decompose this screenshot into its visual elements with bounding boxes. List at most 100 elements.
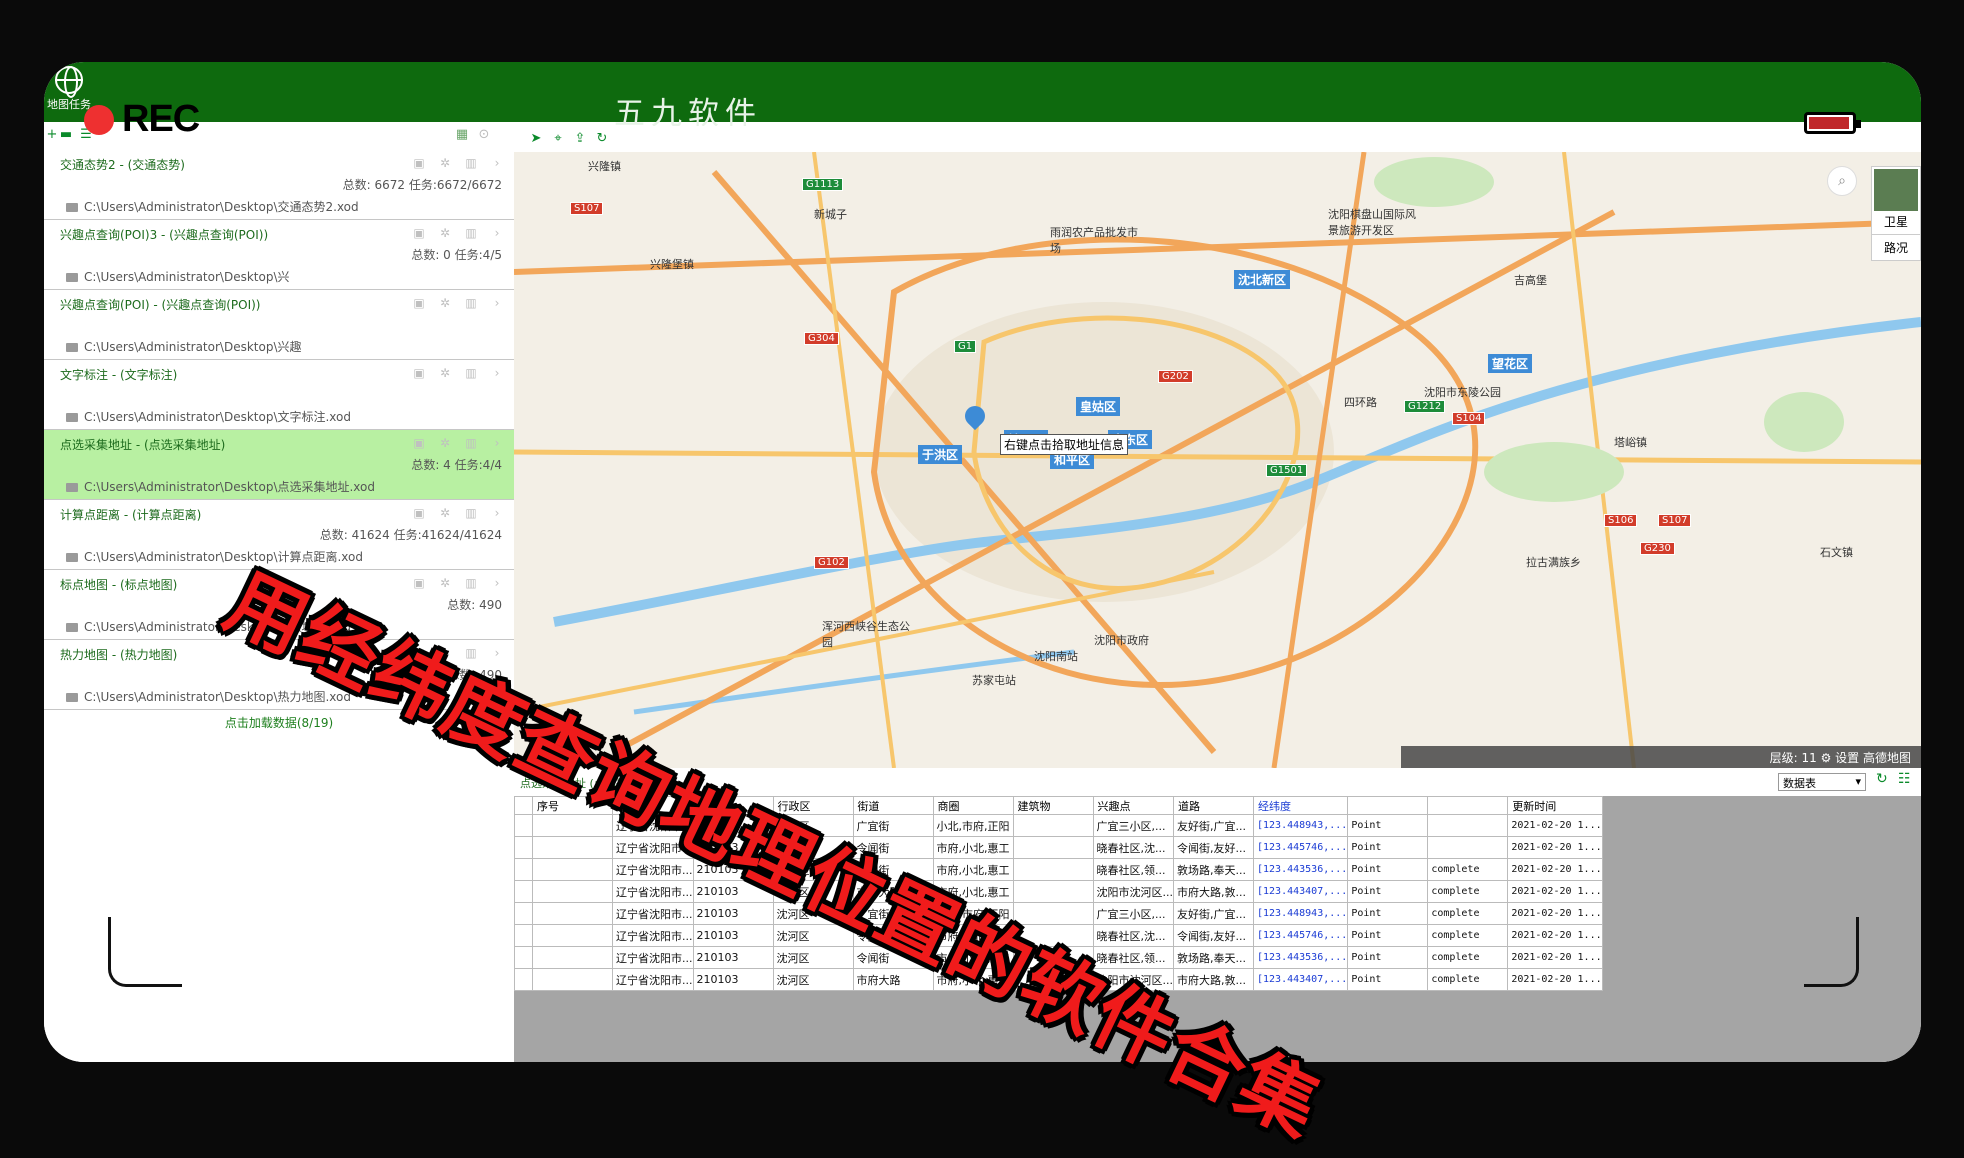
row-selector[interactable]	[514, 968, 533, 991]
road-shield: G1212	[1404, 400, 1446, 413]
road-shield: G230	[1640, 542, 1675, 555]
export-icon[interactable]: ▣	[412, 156, 426, 170]
run-icon[interactable]: ›	[490, 366, 504, 380]
table-cell: [123.443536,...	[1252, 858, 1349, 881]
run-icon[interactable]: ›	[490, 506, 504, 520]
table-cell	[1012, 880, 1094, 903]
run-icon[interactable]: ›	[490, 576, 504, 590]
table-cell: 敦场路,奉天...	[1173, 946, 1254, 969]
settings-icon[interactable]: ✲	[438, 296, 452, 310]
row-selector[interactable]	[514, 902, 533, 925]
export-icon[interactable]: ▣	[412, 366, 426, 380]
column-header[interactable]: 更新时间	[1507, 796, 1603, 815]
table-row[interactable]: 辽宁省沈阳市... 210103 沈河区 市府大路 市府,小北,惠工 沈阳市沈河区... 市…	[514, 880, 1603, 903]
run-icon[interactable]: ›	[490, 226, 504, 240]
row-selector[interactable]	[514, 858, 533, 881]
table-cell: [123.443536,...	[1252, 946, 1349, 969]
folder-icon	[66, 413, 78, 422]
table-cell	[532, 858, 613, 881]
folder-icon	[66, 553, 78, 562]
run-icon[interactable]: ›	[490, 436, 504, 450]
task-actions: ▣ ✲ ▥ ›	[412, 226, 504, 240]
export-icon[interactable]: ⇪	[572, 131, 588, 147]
column-header[interactable]: 道路	[1173, 796, 1254, 815]
settings-icon[interactable]: ✲	[438, 226, 452, 240]
refresh-icon[interactable]: ↻	[1876, 771, 1888, 787]
export-icon[interactable]: ▣	[412, 296, 426, 310]
table-cell: 2021-02-20 1...	[1507, 902, 1603, 925]
task-item[interactable]: 点选采集地址 - (点选采集地址) ▣ ✲ ▥ › 总数: 4 任务:4/4 C:\User…	[44, 430, 514, 500]
run-icon[interactable]: ›	[490, 296, 504, 310]
pin-tool-icon[interactable]: ⌖	[550, 131, 566, 147]
chart-icon[interactable]: ▥	[464, 576, 478, 590]
pointer-icon[interactable]: ➤	[528, 131, 544, 147]
chart-icon[interactable]: ▥	[464, 226, 478, 240]
table-cell: complete	[1427, 968, 1509, 991]
settings-icon[interactable]: ✲	[438, 156, 452, 170]
chart-icon[interactable]: ▥	[464, 156, 478, 170]
column-header[interactable]: 建筑物	[1012, 796, 1094, 815]
map-tooltip: 右键点击拾取地址信息	[1000, 434, 1129, 455]
settings-icon[interactable]: ✲	[438, 506, 452, 520]
columns-icon[interactable]: ☷	[1898, 771, 1911, 787]
task-item[interactable]: 兴趣点查询(POI)3 - (兴趣点查询(POI)) ▣ ✲ ▥ › 总数: 0 任务:4…	[44, 220, 514, 290]
row-selector[interactable]	[514, 946, 533, 969]
chart-icon[interactable]: ▥	[464, 366, 478, 380]
row-selector[interactable]	[514, 880, 533, 903]
table-cell: 晓春社区,领...	[1092, 858, 1174, 881]
satellite-label[interactable]: 卫星	[1872, 213, 1920, 230]
chart-icon[interactable]: ▥	[464, 296, 478, 310]
table-cell: 辽宁省沈阳市...	[612, 968, 694, 991]
table-cell: 2021-02-20 1...	[1507, 858, 1603, 881]
settings-icon[interactable]: ✲	[438, 436, 452, 450]
column-header[interactable]: 商圈	[932, 796, 1014, 815]
row-selector[interactable]	[514, 836, 533, 859]
column-header[interactable]: 街道	[852, 796, 934, 815]
export-icon[interactable]: ▣	[412, 436, 426, 450]
table-cell: 市府大路,敦...	[1173, 880, 1254, 903]
task-actions: ▣ ✲ ▥ ›	[412, 576, 504, 590]
refresh-map-icon[interactable]: ↻	[594, 131, 610, 147]
task-stats: 总数: 4 任务:4/4	[411, 458, 502, 472]
table-cell: 2021-02-20 1...	[1507, 836, 1603, 859]
place-label: 兴隆镇	[588, 160, 621, 173]
more-icon[interactable]: ⊙	[476, 127, 492, 143]
traffic-label[interactable]: 路况	[1872, 234, 1920, 256]
column-header[interactable]	[1347, 796, 1429, 815]
table-cell: [123.443407,...	[1252, 968, 1349, 991]
task-title: 热力地图 - (热力地图)	[60, 648, 178, 662]
row-selector[interactable]	[514, 924, 533, 947]
map-toolbar: ➤ ⌖ ⇪ ↻	[514, 126, 1921, 152]
row-selector[interactable]	[514, 814, 533, 837]
settings-icon[interactable]: ✲	[438, 576, 452, 590]
place-label: 沈阳棋盘山国际风景旅游开发区	[1328, 208, 1416, 237]
folder-icon	[66, 483, 78, 492]
run-icon[interactable]: ›	[490, 156, 504, 170]
task-item[interactable]: 交通态势2 - (交通态势) ▣ ✲ ▥ › 总数: 6672 任务:6672/6672 C…	[44, 150, 514, 220]
chart-icon[interactable]: ▥	[464, 436, 478, 450]
column-header[interactable]	[1427, 796, 1509, 815]
table-cell: [123.448943,...	[1252, 814, 1349, 837]
table-cell: complete	[1427, 880, 1509, 903]
export-icon[interactable]: ▣	[412, 226, 426, 240]
task-path: C:\Users\Administrator\Desktop\兴	[66, 268, 290, 285]
chart-icon[interactable]: ▥	[464, 506, 478, 520]
task-path-text: C:\Users\Administrator\Desktop\点选采集地址.xo…	[84, 480, 375, 494]
map-view[interactable]: 沈北新区皇姑区大东区铁西区于洪区和平区望花区 兴隆镇新城子兴隆堡镇雨润农产品批发…	[514, 152, 1921, 768]
road-shield: S107	[1658, 514, 1692, 527]
layer-switcher[interactable]: 卫星 路况	[1871, 166, 1921, 261]
task-item[interactable]: 文字标注 - (文字标注) ▣ ✲ ▥ › C:\Users\Administrator\…	[44, 360, 514, 430]
map-search-icon[interactable]: ⌕	[1827, 166, 1857, 196]
column-header[interactable]: 经纬度	[1252, 796, 1349, 815]
column-header[interactable]: 兴趣点	[1092, 796, 1174, 815]
table-cell	[532, 880, 613, 903]
export-icon[interactable]: ▣	[412, 576, 426, 590]
grid-icon[interactable]: ▦	[454, 127, 470, 143]
datatable-select[interactable]: 数据表 ▾	[1778, 773, 1866, 791]
open-folder-icon[interactable]: ▬	[58, 127, 74, 143]
export-icon[interactable]: ▣	[412, 506, 426, 520]
task-item[interactable]: 兴趣点查询(POI) - (兴趣点查询(POI)) ▣ ✲ ▥ › C:\Users\Ad…	[44, 290, 514, 360]
table-cell: Point	[1347, 924, 1429, 947]
settings-icon[interactable]: ✲	[438, 366, 452, 380]
table-cell: [123.445746,...	[1252, 836, 1349, 859]
